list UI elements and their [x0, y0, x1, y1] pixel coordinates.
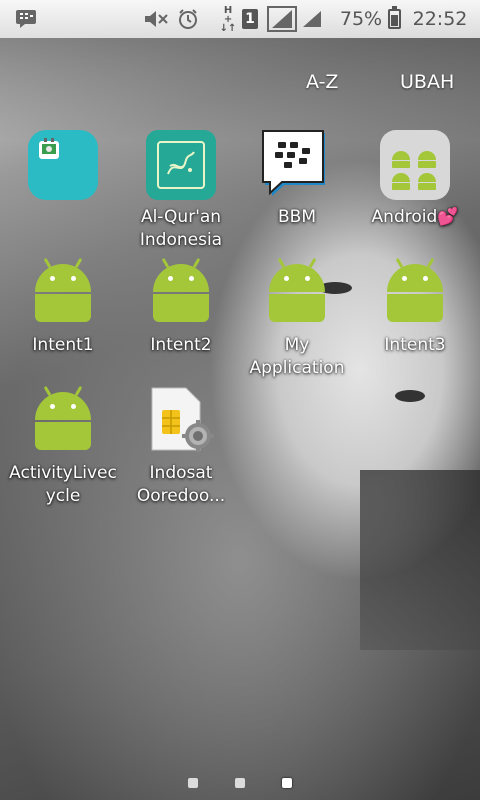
app-intent3[interactable]: Intent3 — [356, 257, 474, 357]
app-bbm[interactable]: BBM — [238, 130, 356, 229]
app-indosat-ooredoo[interactable]: Indosat Ooredoo... — [122, 386, 240, 508]
android-icon — [28, 257, 98, 328]
edit-button[interactable]: UBAH — [400, 68, 454, 96]
app-teal[interactable] — [4, 130, 122, 206]
page-dot-2[interactable] — [235, 778, 245, 788]
alarm-icon — [176, 0, 200, 38]
page-dot-3-current[interactable] — [282, 778, 292, 788]
mute-icon — [142, 0, 170, 38]
folder-icon — [380, 130, 450, 200]
app-label: Intent2 — [150, 335, 212, 355]
app-my-application[interactable]: My Application — [238, 257, 356, 380]
bbm-icon — [262, 130, 332, 200]
page-dot-1[interactable] — [188, 778, 198, 788]
status-bar: H + ↓↑ 1 75% 22:52 — [0, 0, 480, 38]
teal-app-icon — [28, 130, 98, 200]
android-icon — [262, 257, 332, 328]
battery-percent: 75% — [339, 8, 383, 30]
android-icon — [28, 385, 98, 456]
clock: 22:52 — [412, 8, 468, 30]
battery-icon — [386, 0, 402, 38]
app-label: Intent1 — [32, 335, 94, 355]
app-al-quran-indonesia[interactable]: Al-Qur'an Indonesia — [122, 130, 240, 252]
signal-icon-2 — [300, 0, 324, 38]
app-label: ActivityLivec ycle — [9, 463, 117, 506]
folder-android[interactable]: Android💕 — [356, 130, 474, 229]
network-h-plus-icon: H + ↓↑ — [219, 4, 237, 34]
sort-az-button[interactable]: A-Z — [306, 68, 338, 96]
app-label: Intent3 — [384, 335, 446, 355]
app-intent1[interactable]: Intent1 — [4, 257, 122, 357]
bbm-notification-icon — [14, 0, 38, 38]
app-label: Indosat Ooredoo... — [136, 463, 226, 506]
app-label: My Application — [249, 335, 345, 378]
app-label: BBM — [278, 207, 316, 227]
android-icon — [380, 257, 450, 328]
sim-toolkit-icon — [146, 386, 216, 456]
app-activitylivecycle[interactable]: ActivityLivec ycle — [4, 385, 122, 508]
app-label: Al-Qur'an Indonesia — [139, 207, 223, 250]
app-label: Android💕 — [371, 207, 459, 227]
app-intent2[interactable]: Intent2 — [122, 257, 240, 357]
sim-1-icon: 1 — [240, 0, 260, 38]
signal-icon — [266, 0, 298, 38]
quran-icon — [146, 130, 216, 200]
android-icon — [146, 257, 216, 328]
